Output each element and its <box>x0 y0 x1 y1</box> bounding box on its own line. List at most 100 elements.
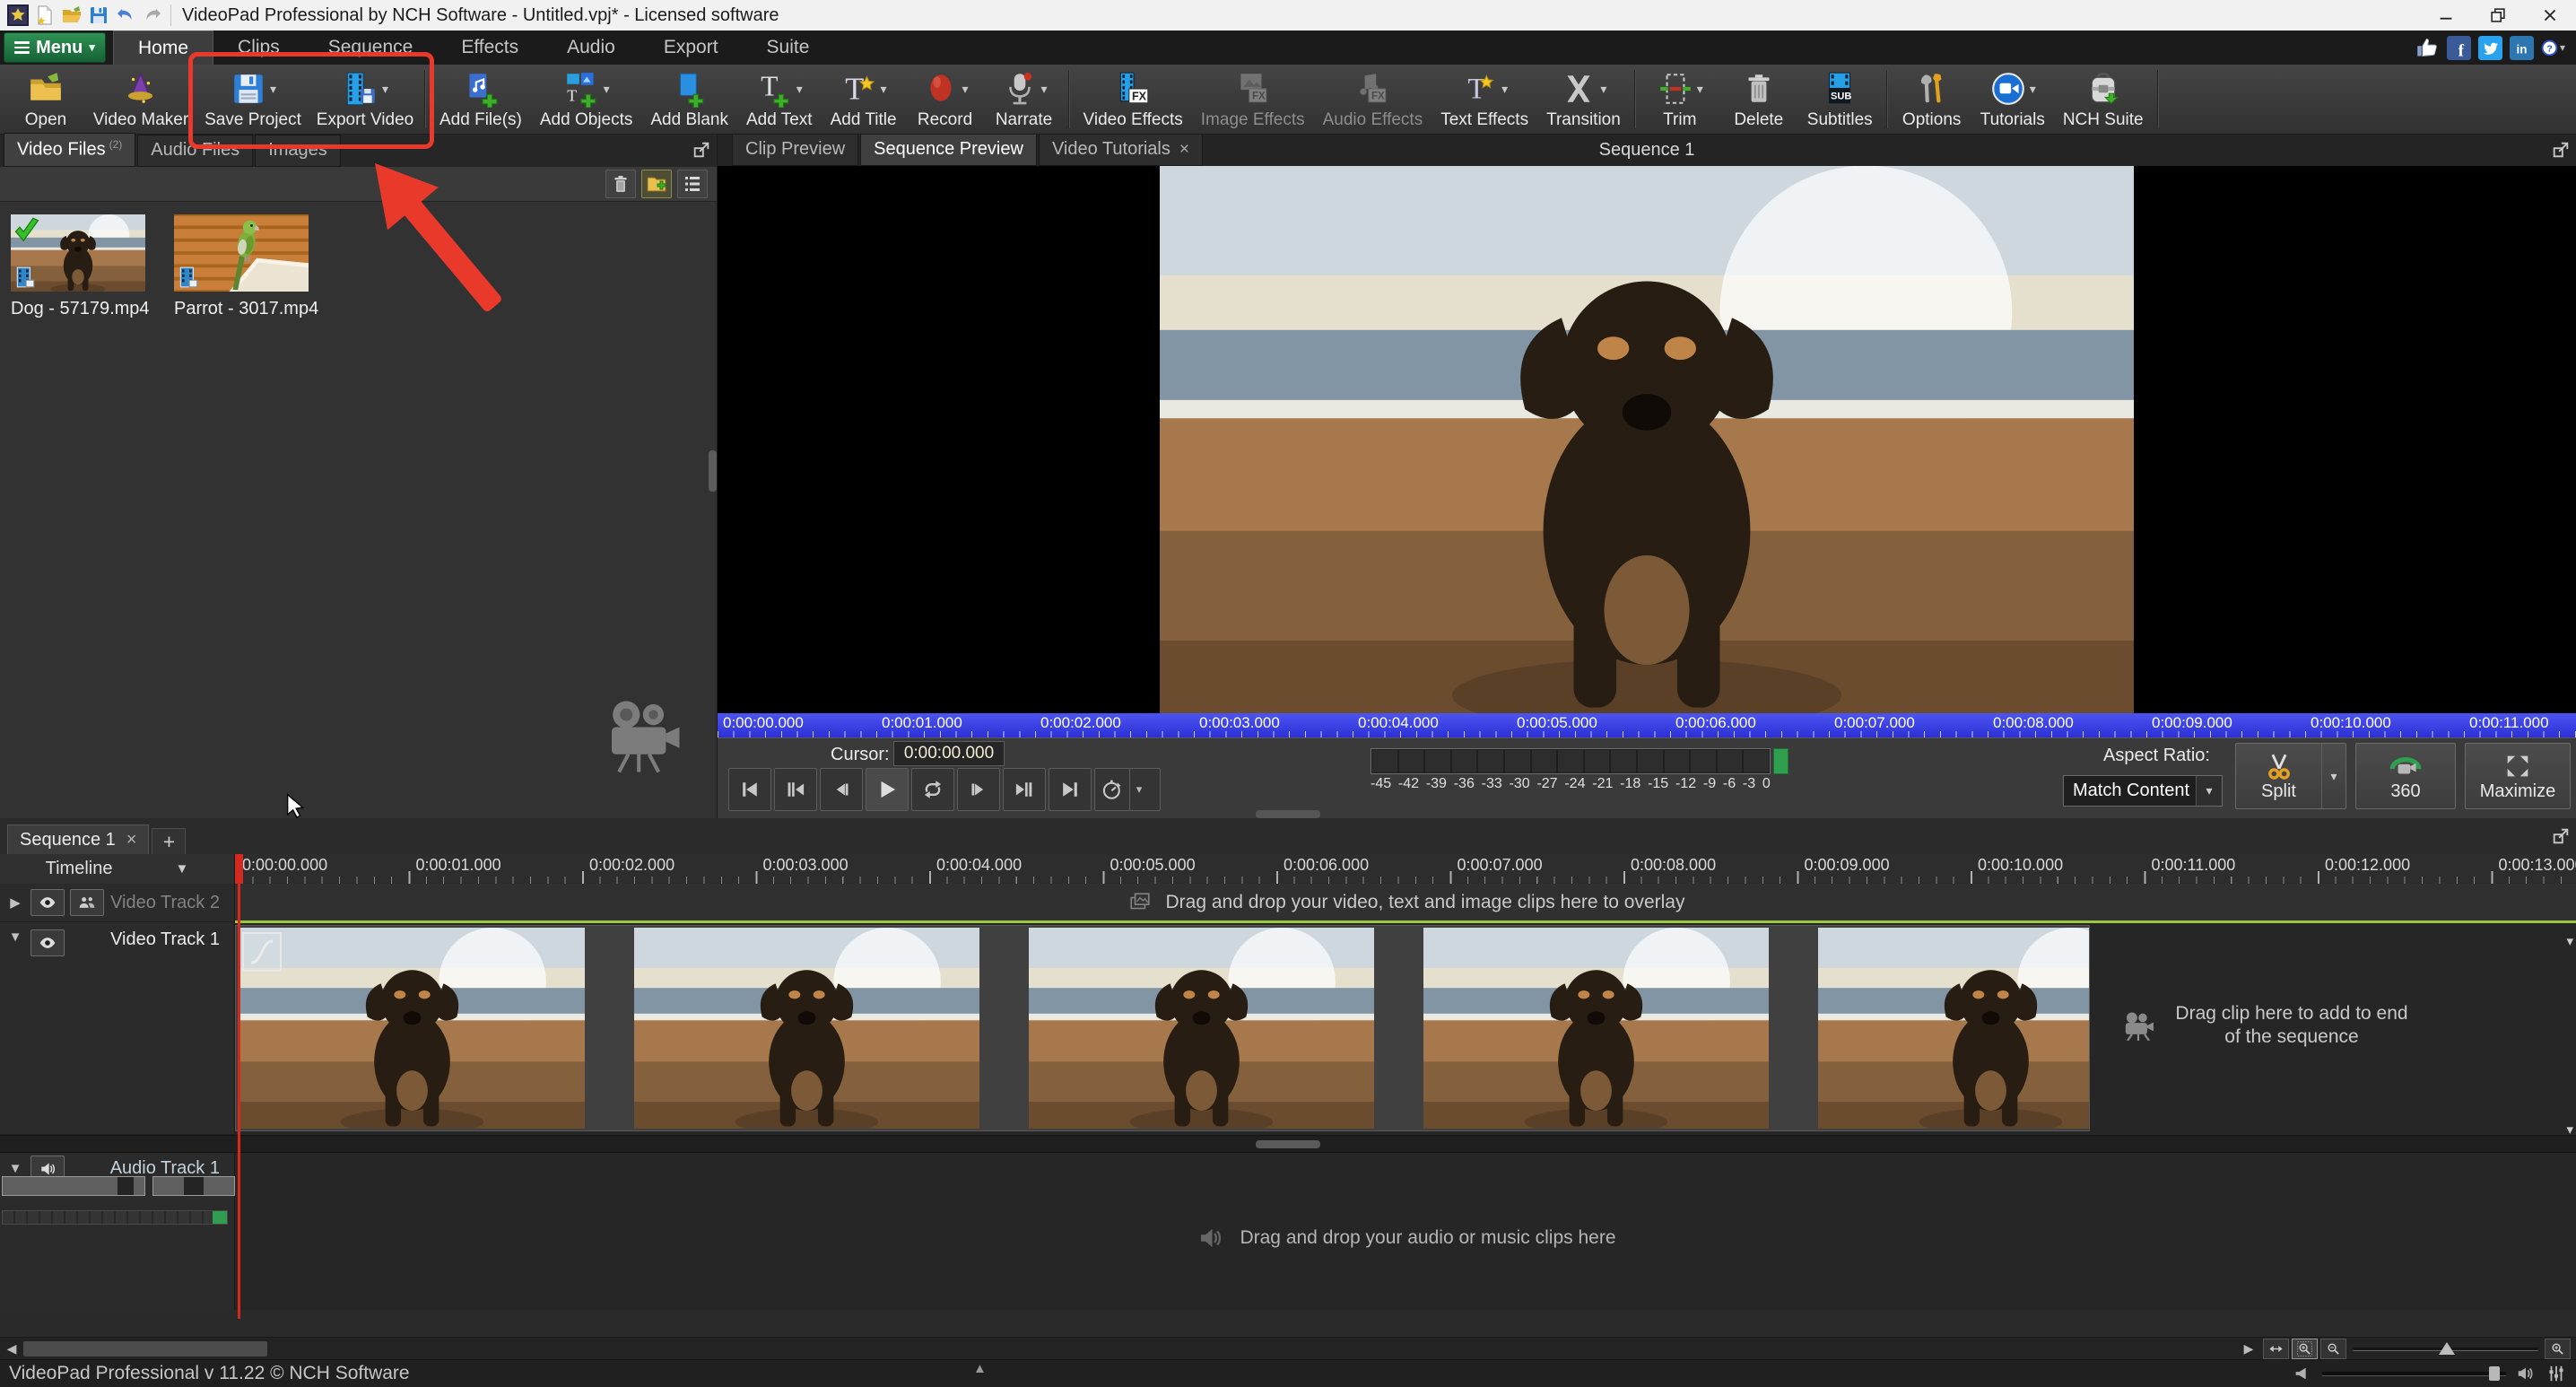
panel-splitter-handle[interactable] <box>709 450 717 492</box>
export-video-button[interactable]: ▾Export Video <box>310 65 420 134</box>
list-view-button[interactable] <box>677 170 708 198</box>
loop-button[interactable] <box>911 768 954 811</box>
volume-min-icon[interactable] <box>2292 1364 2313 1383</box>
sequence-tab[interactable]: Sequence 1 × <box>7 824 149 854</box>
dropdown-arrow-icon[interactable]: ▾ <box>881 82 887 97</box>
aspect-ratio-select[interactable]: Match Content ▾ <box>2063 775 2223 807</box>
clip-thumbnail[interactable] <box>174 214 309 292</box>
track-visibility-button[interactable] <box>30 929 65 956</box>
dropdown-arrow-icon[interactable]: ▾ <box>270 82 276 97</box>
fit-timeline-button[interactable] <box>2263 1339 2289 1359</box>
trim-button[interactable]: ▾Trim <box>1640 65 1719 134</box>
fade-curve-icon[interactable] <box>242 932 282 972</box>
scroll-down-icon[interactable]: ▾ <box>2566 1121 2573 1138</box>
media-tab-video-files[interactable]: Video Files(2) <box>4 133 135 167</box>
like-icon[interactable] <box>2415 36 2440 60</box>
options-button[interactable]: Options <box>1893 65 1971 134</box>
append-drop-zone[interactable]: Drag clip here to add to end of the sequ… <box>2090 922 2576 1129</box>
text-effects-button[interactable]: T▾Text Effects <box>1432 65 1537 134</box>
nch-suite-button[interactable]: NCH Suite <box>2054 65 2153 134</box>
media-clip-parrot-3017-mp4[interactable]: Parrot - 3017.mp4 <box>174 214 309 319</box>
close-button[interactable] <box>2524 0 2576 31</box>
dropdown-arrow-icon[interactable]: ▾ <box>604 82 610 97</box>
split-dropdown-arrow[interactable]: ▾ <box>2321 744 2345 808</box>
preview-seek-bar[interactable]: 0:00:00.0000:00:01.0000:00:02.0000:00:03… <box>718 713 2576 737</box>
track-splitter[interactable] <box>0 1135 2576 1153</box>
cursor-time-field[interactable]: 0:00:00.000 <box>893 741 1005 766</box>
dropdown-arrow-icon[interactable]: ▾ <box>1129 769 1148 810</box>
timeline-mode-dropdown[interactable]: Timeline ▼ <box>0 854 235 884</box>
add-file-s-button[interactable]: Add File(s) <box>431 65 531 134</box>
split-button[interactable]: Split ▾ <box>2235 743 2346 809</box>
ribbon-tab-export[interactable]: Export <box>640 31 743 65</box>
close-tab-icon[interactable]: × <box>126 830 137 851</box>
open-project-icon[interactable] <box>61 4 83 26</box>
menu-button[interactable]: Menu ▾ <box>4 32 106 63</box>
scroll-down-icon[interactable]: ▾ <box>2566 933 2573 949</box>
help-icon[interactable]: ?▾ <box>2541 36 2565 60</box>
add-title-button[interactable]: T▾Add Title <box>822 65 906 134</box>
ribbon-tab-clips[interactable]: Clips <box>213 31 304 65</box>
dropdown-arrow-icon[interactable]: ▾ <box>2030 82 2036 97</box>
delete-button[interactable]: Delete <box>1719 65 1798 134</box>
timeline-ruler[interactable]: 0:00:00.0000:00:01.0000:00:02.0000:00:03… <box>235 854 2576 884</box>
prev-clip-button[interactable] <box>774 768 817 811</box>
playback-speed-button[interactable]: ▾ <box>1094 768 1161 811</box>
save-project-icon[interactable] <box>88 4 109 26</box>
ribbon-tab-home[interactable]: Home <box>113 31 213 65</box>
undo-icon[interactable] <box>115 4 136 26</box>
audio-drop-zone[interactable]: Drag and drop your audio or music clips … <box>235 1216 2576 1261</box>
minimize-button[interactable] <box>2420 0 2472 31</box>
save-project-button[interactable]: ▾Save Project <box>196 65 310 134</box>
record-button[interactable]: ▾Record <box>906 65 985 134</box>
volume-max-icon[interactable] <box>2515 1364 2537 1383</box>
preview-tab-clip-preview[interactable]: Clip Preview <box>732 134 858 166</box>
dropdown-arrow-icon[interactable]: ▾ <box>1697 82 1703 97</box>
dropdown-arrow-icon[interactable]: ▾ <box>962 82 969 97</box>
zoom-in-button[interactable] <box>2545 1339 2571 1359</box>
media-clip-dog-57179-mp4[interactable]: Dog - 57179.mp4 <box>11 214 145 319</box>
add-sequence-tab-button[interactable]: + <box>152 828 186 854</box>
new-project-icon[interactable] <box>34 4 56 26</box>
next-clip-button[interactable] <box>1003 768 1046 811</box>
track-group-button[interactable] <box>70 889 104 916</box>
track-visibility-button[interactable] <box>30 889 65 916</box>
maximize-preview-button[interactable]: Maximize <box>2465 743 2571 809</box>
playhead-handle[interactable] <box>235 854 243 884</box>
timeline-zoom-slider[interactable] <box>2349 1339 2542 1358</box>
zoom-selection-button[interactable] <box>2292 1339 2318 1359</box>
scroll-right-button[interactable]: ▶ <box>2237 1338 2260 1360</box>
360-video-button[interactable]: 360 <box>2355 743 2456 809</box>
redo-icon[interactable] <box>142 4 163 26</box>
horizontal-splitter-handle[interactable] <box>1256 810 1320 818</box>
collapse-track-icon[interactable]: ▼ <box>5 929 25 945</box>
delete-clip-button[interactable] <box>605 170 636 198</box>
linkedin-icon[interactable]: in <box>2510 36 2534 60</box>
media-tab-audio-files[interactable]: Audio Files <box>137 135 253 167</box>
mixer-icon[interactable] <box>2546 1364 2567 1383</box>
ribbon-tab-audio[interactable]: Audio <box>543 31 640 65</box>
restore-button[interactable] <box>2472 0 2524 31</box>
video-maker-button[interactable]: Video Maker <box>86 65 196 134</box>
add-blank-button[interactable]: Add Blank <box>641 65 737 134</box>
ribbon-tab-sequence[interactable]: Sequence <box>304 31 438 65</box>
skip-end-button[interactable] <box>1049 768 1092 811</box>
add-folder-button[interactable] <box>641 170 672 198</box>
add-text-button[interactable]: T▾Add Text <box>737 65 822 134</box>
app-logo-icon[interactable] <box>7 4 29 26</box>
overlay-drop-zone[interactable]: Drag and drop your video, text and image… <box>235 884 2576 922</box>
master-volume-slider[interactable] <box>2322 1365 2506 1383</box>
step-back-button[interactable] <box>820 768 863 811</box>
collapse-arrow-icon[interactable]: ▲ <box>973 1361 987 1376</box>
close-tab-icon[interactable]: × <box>1179 140 1189 159</box>
track-volume-slider[interactable] <box>2 1176 145 1196</box>
splitter-grip[interactable] <box>1256 1140 1320 1148</box>
video-clip-dog[interactable]: FX ▾ <box>235 925 2090 1131</box>
ribbon-tab-effects[interactable]: Effects <box>437 31 543 65</box>
undock-timeline-icon[interactable] <box>2551 826 2571 846</box>
skip-start-button[interactable] <box>728 768 771 811</box>
facebook-icon[interactable]: f <box>2447 36 2471 60</box>
transition-button[interactable]: ▾Transition <box>1537 65 1630 134</box>
open-button[interactable]: Open <box>5 65 86 134</box>
preview-tab-video-tutorials[interactable]: Video Tutorials× <box>1039 134 1203 166</box>
